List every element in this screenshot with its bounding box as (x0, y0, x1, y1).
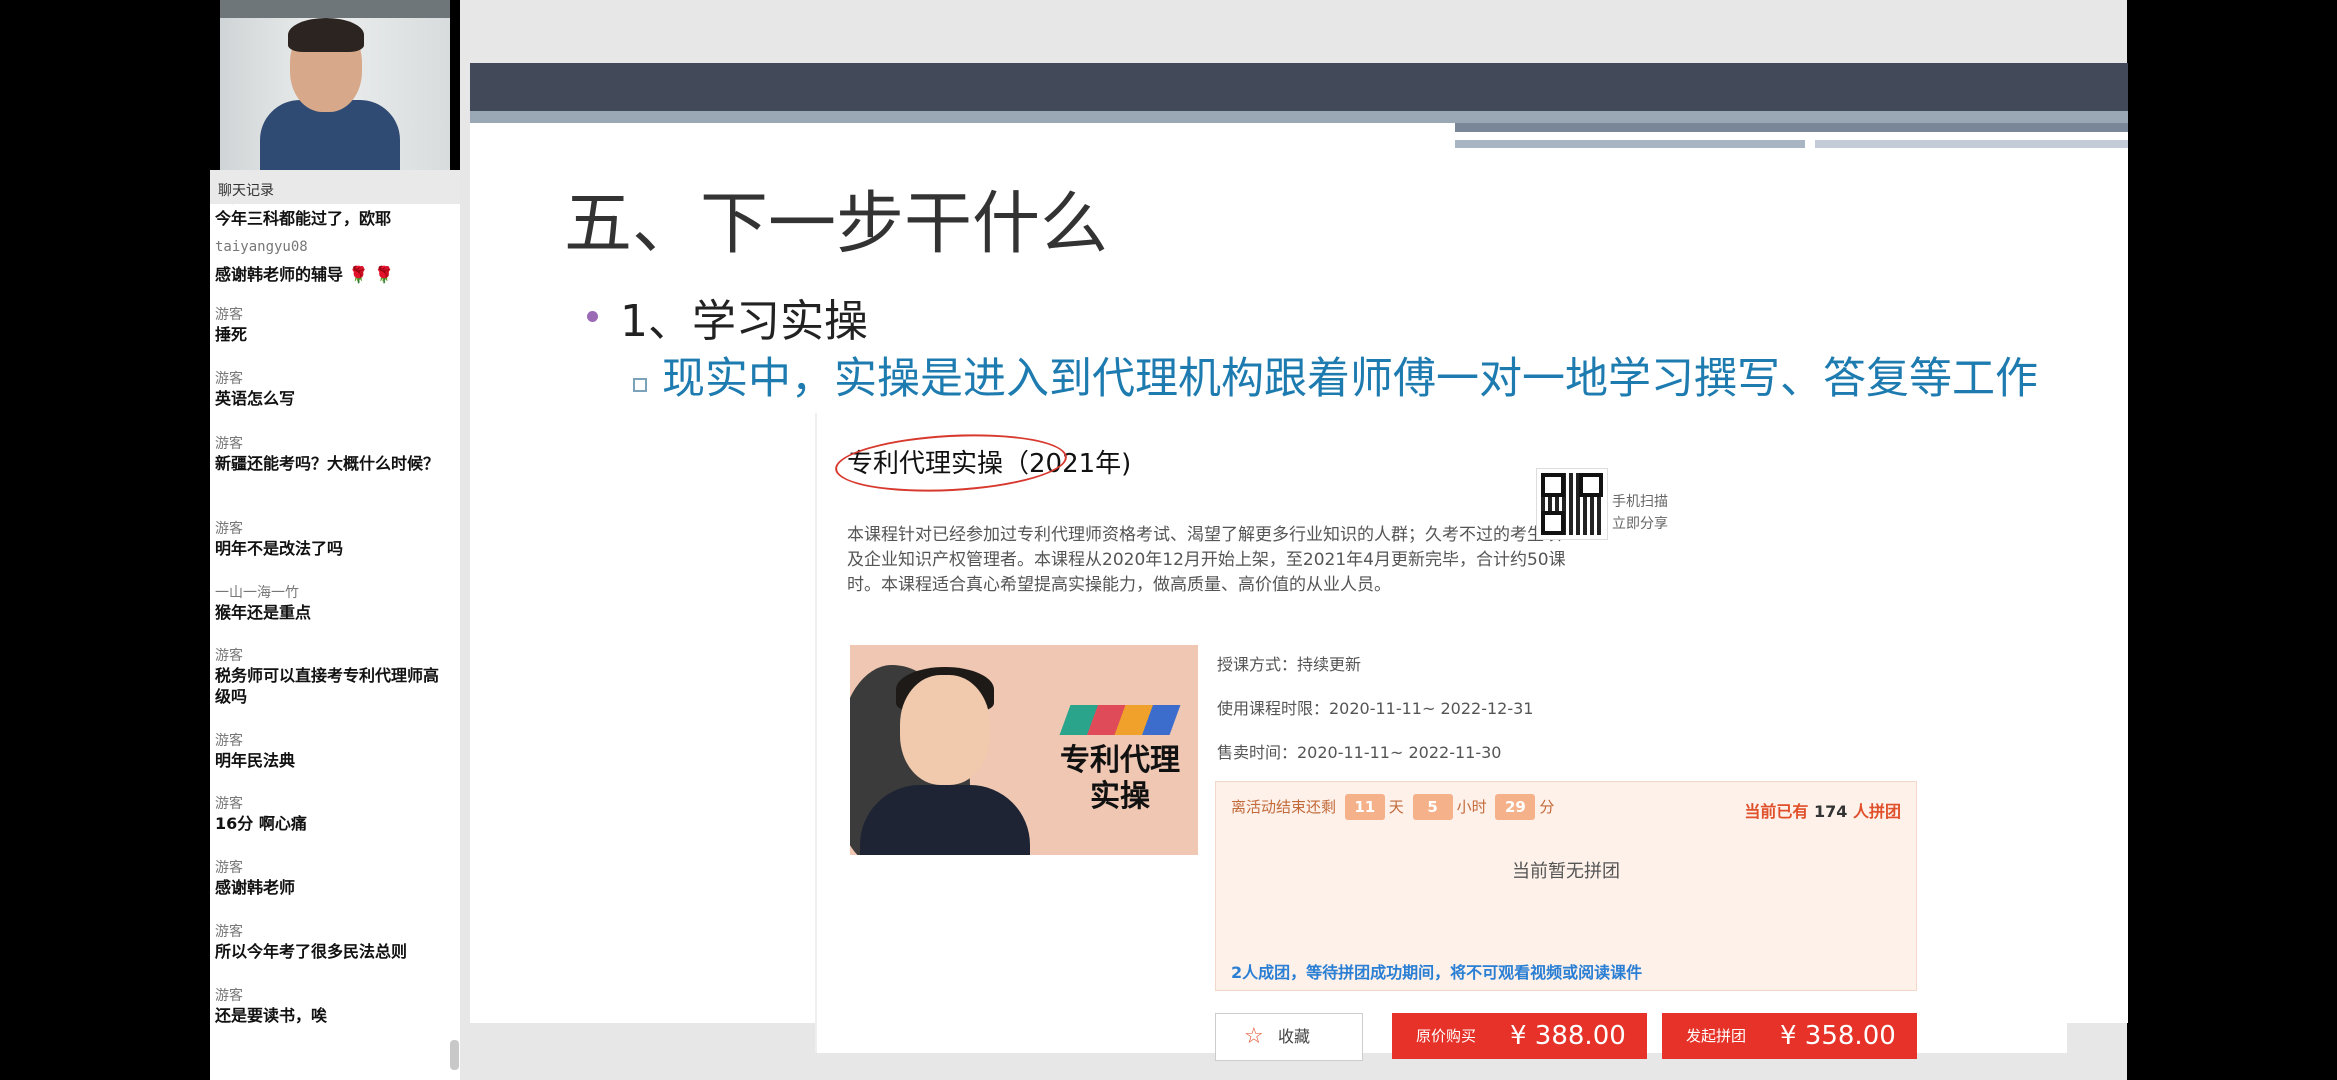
chat-panel: 聊天记录 游客 今年三科都能过了，欧耶 taiyangyu08 感谢韩老师的辅导… (210, 170, 460, 1080)
qr-caption-line: 手机扫描 (1612, 494, 1668, 510)
group-label: 发起拼团 (1686, 1027, 1747, 1045)
chat-message: 游客 税务师可以直接考专利代理师高级吗 (215, 647, 447, 707)
sale-period: 售卖时间：2020-11-11~ 2022-11-30 (1217, 743, 1502, 762)
chat-text: 明年民法典 (215, 751, 296, 770)
chat-text: 所以今年考了很多民法总则 (215, 942, 408, 961)
chat-author: 游客 (215, 988, 243, 1004)
favorite-label: 收藏 (1278, 1027, 1311, 1046)
slide-header-stripe (1455, 123, 2128, 132)
annotation-circle (833, 428, 1069, 498)
countdown-days: 11 (1344, 794, 1385, 820)
group-rule: 2人成团，等待拼团成功期间，将不可观看视频或阅读课件 (1231, 963, 1643, 982)
start-group-button[interactable]: 发起拼团 ¥ 358.00 (1662, 1013, 1917, 1059)
chat-author: 游客 (215, 733, 243, 749)
chat-header: 聊天记录 (210, 170, 460, 204)
chat-text: 英语怎么写 (215, 389, 296, 408)
slide-bullet-1: 1、学习实操 (620, 296, 868, 347)
chat-author: 游客 (215, 521, 243, 537)
countdown-unit: 分 (1539, 798, 1555, 816)
chat-text: 税务师可以直接考专利代理师高级吗 (215, 666, 440, 706)
books-icon (1059, 705, 1181, 735)
chat-message: taiyangyu08 感谢韩老师的辅导 🌹 🌹 (215, 238, 447, 285)
use-period: 使用课程时限：2020-11-11~ 2022-12-31 (1217, 699, 1534, 718)
countdown-label: 离活动结束还剩 (1231, 798, 1337, 816)
chat-author: 游客 (215, 924, 243, 940)
chat-message: 游客 还是要读书，唉 (215, 987, 447, 1026)
slide-header-stripe (1455, 140, 1805, 148)
slide-header-stripe (470, 111, 2128, 123)
slide-header-band (470, 63, 2128, 111)
chat-author: 游客 (215, 371, 243, 387)
chat-author: 游客 (215, 796, 243, 812)
joined-count: 当前已有 174 人拼团 (1744, 798, 1901, 822)
bullet-square-icon (633, 378, 647, 392)
buy-label: 原价购买 (1416, 1027, 1477, 1045)
chat-message: 一山一海一竹 猴年还是重点 (215, 584, 447, 623)
countdown-unit: 天 (1388, 798, 1404, 816)
favorite-button[interactable]: ☆ 收藏 (1215, 1013, 1363, 1061)
buy-original-button[interactable]: 原价购买 ¥ 388.00 (1392, 1013, 1647, 1059)
joined-prefix: 当前已有 (1744, 802, 1809, 821)
no-group-text: 当前暂无拼团 (1512, 861, 1620, 882)
slide-title: 五、下一步干什么 (564, 185, 1109, 264)
chat-text: 感谢韩老师的辅导 🌹 🌹 (215, 265, 394, 284)
chat-message: 游客 所以今年考了很多民法总则 (215, 923, 447, 962)
slide-bullet-2: 现实中，实操是进入到代理机构跟着师傅一对一地学习撰写、答复等工作 (662, 354, 2038, 404)
qr-code-icon (1536, 468, 1608, 540)
chat-message: 游客 英语怎么写 (215, 370, 447, 409)
webcam-top-bar (220, 0, 450, 18)
course-cover-image: 专利代理 实操 (850, 645, 1198, 855)
chat-message: 游客 捶死 (215, 306, 447, 345)
cover-title: 专利代理 实操 (1060, 743, 1180, 814)
chat-scrollbar[interactable] (450, 1040, 459, 1070)
teacher-webcam (220, 0, 450, 170)
chat-message-list[interactable]: 游客 今年三科都能过了，欧耶 taiyangyu08 感谢韩老师的辅导 🌹 🌹 … (210, 204, 460, 1080)
star-icon: ☆ (1244, 1024, 1264, 1049)
countdown-unit: 小时 (1456, 798, 1487, 816)
chat-text: 今年三科都能过了，欧耶 (215, 209, 392, 228)
chat-message: 游客 明年不是改法了吗 (215, 520, 447, 559)
chat-text: 感谢韩老师 (215, 878, 296, 897)
buy-price: ¥ 388.00 (1510, 1021, 1626, 1051)
chat-message: 游客 明年民法典 (215, 732, 447, 771)
course-card: 专利代理实操（2021年) 本课程针对已经参加过专利代理师资格考试、渴望了解更多… (815, 413, 2067, 1061)
chat-title: 聊天记录 (218, 183, 274, 199)
countdown-hours: 5 (1412, 794, 1453, 820)
chat-author: 游客 (215, 436, 243, 452)
countdown-minutes: 29 (1495, 794, 1536, 820)
chat-author: 游客 (215, 860, 243, 876)
chat-text: 猴年还是重点 (215, 603, 312, 622)
group-price: ¥ 358.00 (1780, 1021, 1896, 1051)
chat-text: 新疆还能考吗？大概什么时候？ (215, 454, 440, 473)
chat-message: 游客 感谢韩老师 (215, 859, 447, 898)
chat-message: 游客 新疆还能考吗？大概什么时候？ (215, 435, 447, 474)
slide: 五、下一步干什么 1、学习实操 现实中，实操是进入到代理机构跟着师傅一对一地学习… (470, 63, 2128, 1061)
joined-number: 174 (1814, 802, 1848, 821)
chat-message: 游客 今年三科都能过了，欧耶 (215, 204, 447, 229)
chat-message: 游客 16分 啊心痛 (215, 795, 447, 834)
chat-text: 还是要读书，唉 (215, 1006, 328, 1025)
presentation-area: 五、下一步干什么 1、学习实操 现实中，实操是进入到代理机构跟着师傅一对一地学习… (460, 0, 2128, 1080)
qr-caption: 手机扫描 立即分享 (1612, 491, 1668, 535)
qr-caption-line: 立即分享 (1612, 516, 1668, 532)
chat-author: 游客 (215, 648, 243, 664)
chat-author: 一山一海一竹 (215, 585, 299, 601)
joined-suffix: 人拼团 (1852, 802, 1901, 821)
chat-author: 游客 (215, 307, 243, 323)
bullet-dot-icon (587, 311, 598, 322)
slide-header-stripe (1815, 140, 2128, 148)
chat-text: 16分 啊心痛 (215, 814, 307, 833)
chat-author: taiyangyu08 (215, 239, 308, 255)
chat-text: 捶死 (215, 325, 248, 344)
group-buy-panel: 离活动结束还剩 11 天 5 小时 29 分 当前已有 174 人拼团 当前暂无拼团 … (1215, 781, 1917, 991)
teach-mode: 授课方式：持续更新 (1217, 655, 1362, 674)
chat-text: 明年不是改法了吗 (215, 539, 344, 558)
webcam-teacher-hair (288, 18, 364, 52)
countdown: 离活动结束还剩 11 天 5 小时 29 分 (1231, 794, 1554, 820)
course-description: 本课程针对已经参加过专利代理师资格考试、渴望了解更多行业知识的人群；久考不过的考… (847, 525, 1566, 595)
